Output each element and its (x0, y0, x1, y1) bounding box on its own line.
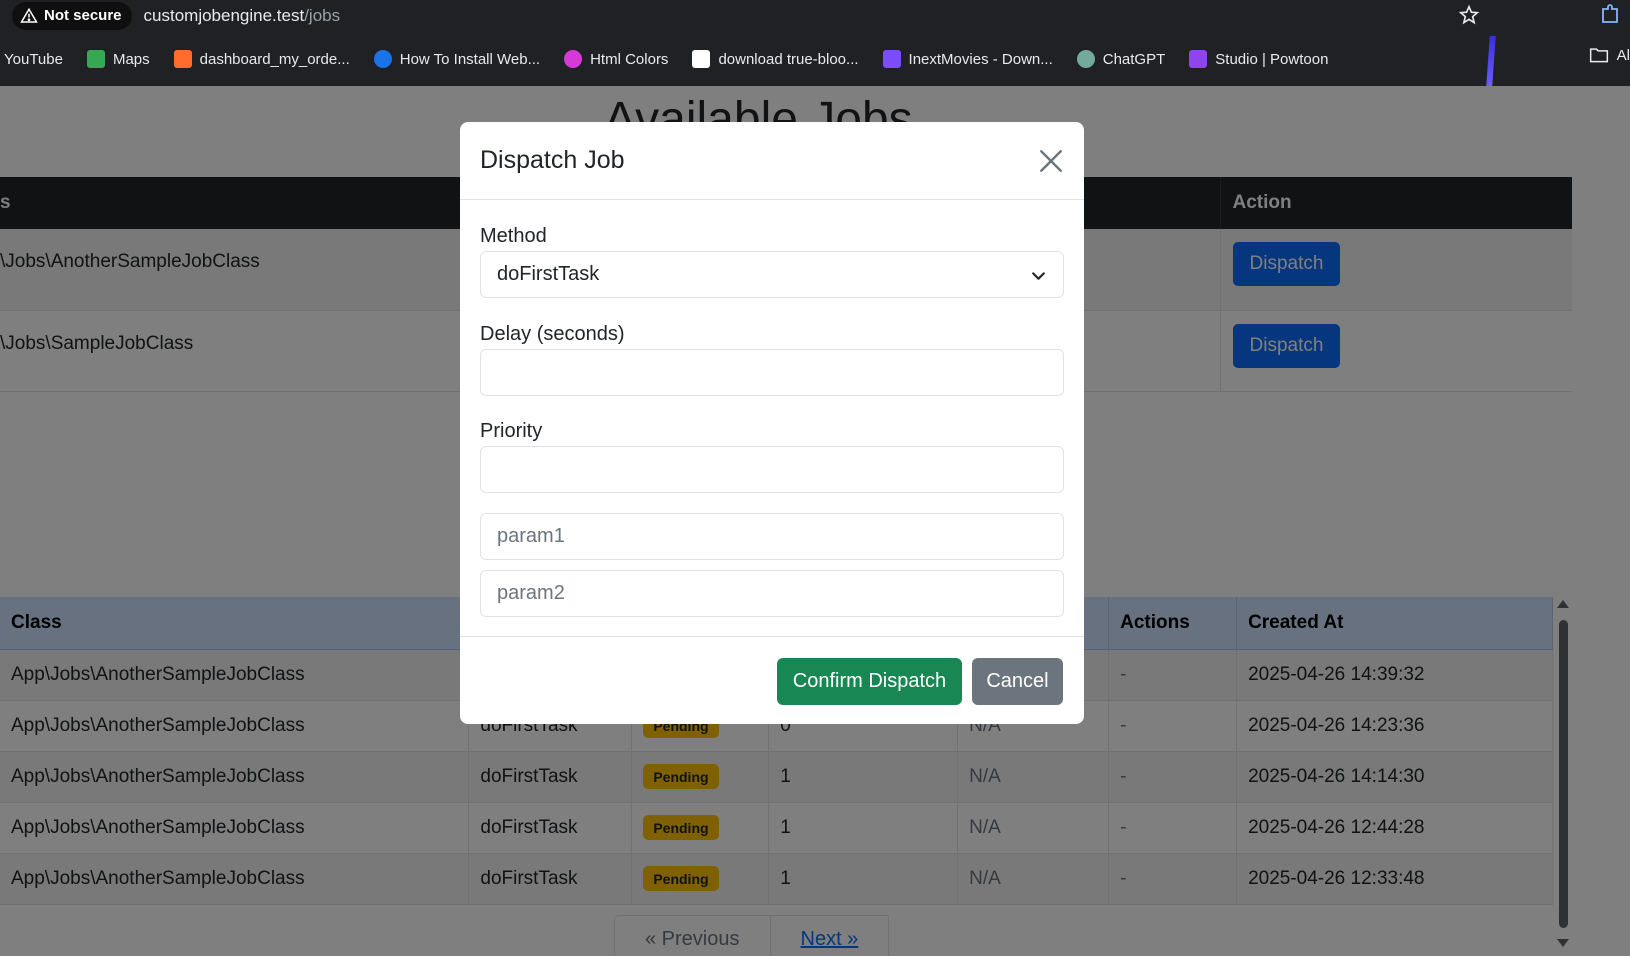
method-selected-value: doFirstTask (497, 263, 600, 285)
delay-input[interactable] (480, 349, 1064, 396)
loading-icon (373, 50, 392, 68)
modal-footer: Confirm Dispatch Cancel (460, 636, 1084, 724)
chatgpt-icon (1076, 50, 1095, 68)
bookmark-item[interactable]: download true-bloo... (692, 50, 859, 68)
url-host: customjobengine.test (143, 5, 305, 25)
bookmark-item[interactable]: dashboard_my_orde... (173, 50, 350, 68)
extensions-icon[interactable] (1598, 3, 1622, 27)
bookmark-item[interactable]: Studio | Powtoon (1189, 50, 1328, 68)
maps-icon (86, 50, 105, 68)
bookmark-label: InextMovies - Down... (908, 50, 1053, 68)
folder-icon (1589, 48, 1608, 63)
param1-input[interactable] (480, 513, 1064, 560)
bookmark-label: dashboard_my_orde... (199, 50, 350, 68)
address-bar[interactable]: Not secure customjobengine.test/jobs (6, 0, 1558, 31)
browser-chrome: Not secure customjobengine.test/jobs You… (0, 0, 1630, 86)
bookmark-label: Maps (112, 50, 150, 68)
method-label: Method (480, 225, 547, 247)
bookmark-label: YouTube (4, 50, 63, 68)
method-select[interactable]: doFirstTask (480, 251, 1064, 298)
url-text[interactable]: customjobengine.test/jobs (144, 6, 341, 26)
url-path: /jobs (304, 5, 341, 25)
star-icon[interactable] (1458, 4, 1480, 26)
bookmark-label: How To Install Web... (399, 50, 541, 68)
powtoon-icon (1189, 50, 1208, 68)
dispatch-job-modal: Dispatch Job Method doFirstTask Delay (s… (460, 122, 1084, 724)
security-indicator[interactable]: Not secure (12, 1, 132, 30)
priority-input[interactable] (480, 446, 1064, 493)
bookmark-item[interactable]: Html Colors (564, 50, 668, 68)
priority-label: Priority (480, 420, 543, 442)
circle-icon (564, 50, 583, 68)
bookmark-label: Studio | Powtoon (1215, 50, 1329, 68)
bookmark-label: download true-bloo... (718, 50, 859, 68)
folder-label: Al (1616, 46, 1630, 64)
bookmarks-bar: YouTube Maps dashboard_my_orde... How To In… (0, 44, 1630, 74)
chevron-down-icon (1032, 272, 1045, 280)
warning-icon (20, 7, 38, 23)
other-bookmarks-folder[interactable]: Al (1589, 46, 1630, 64)
close-icon[interactable] (1038, 148, 1064, 174)
bookmark-item[interactable]: InextMovies - Down... (882, 50, 1053, 68)
cancel-button[interactable]: Cancel (972, 658, 1063, 705)
bookmark-item[interactable]: How To Install Web... (373, 50, 541, 68)
param2-input[interactable] (480, 570, 1064, 617)
confirm-dispatch-button[interactable]: Confirm Dispatch (777, 658, 962, 705)
cpanel-icon (173, 50, 192, 68)
bookmark-label: ChatGPT (1102, 50, 1166, 68)
delay-label: Delay (seconds) (480, 323, 625, 345)
clapper-icon (882, 50, 901, 68)
bookmark-item[interactable]: ChatGPT (1076, 50, 1166, 68)
security-label: Not secure (44, 7, 122, 24)
modal-title: Dispatch Job (480, 146, 625, 174)
bookmark-item[interactable]: Maps (86, 50, 150, 68)
page-icon (692, 50, 711, 68)
bookmark-item[interactable]: YouTube (4, 51, 63, 68)
bookmark-label: Html Colors (590, 50, 669, 68)
modal-header: Dispatch Job (460, 122, 1084, 200)
